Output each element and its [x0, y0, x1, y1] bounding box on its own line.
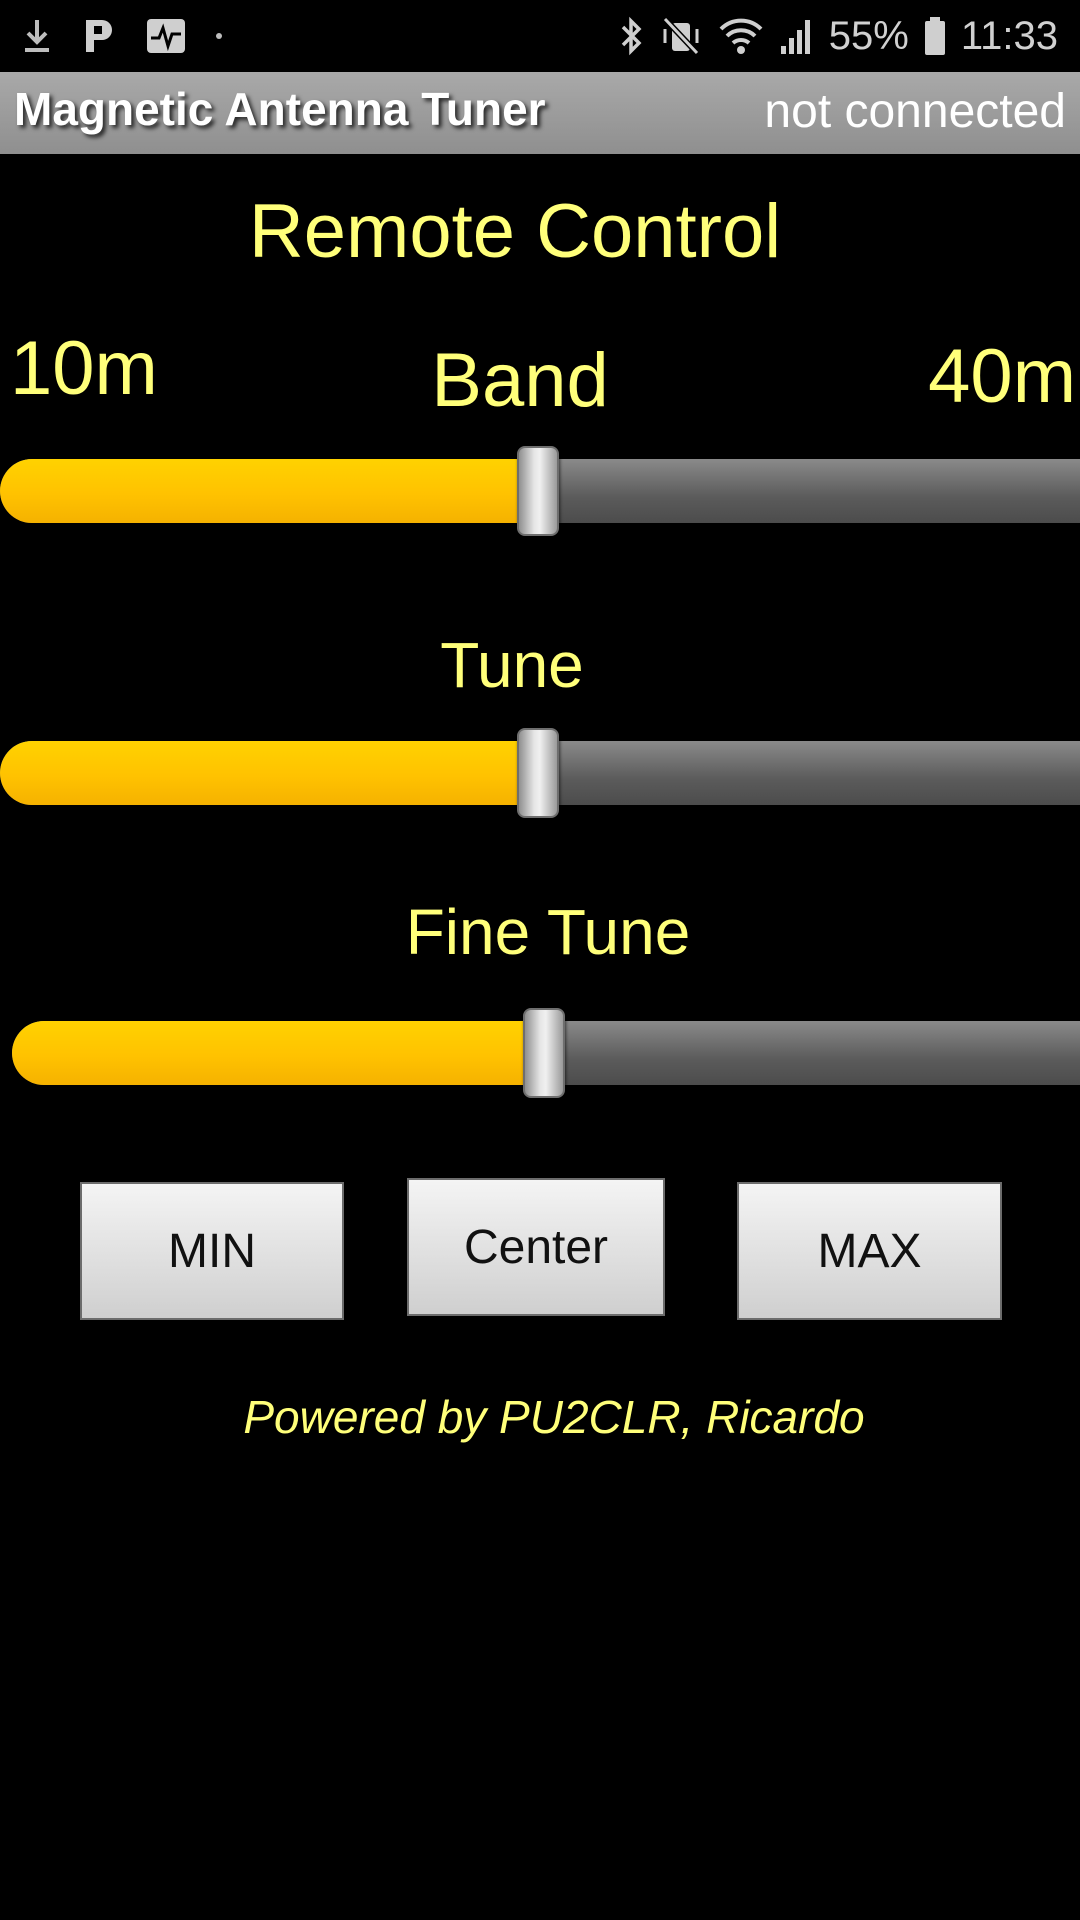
signal-icon — [780, 20, 810, 54]
status-right-icons: 55% 11:33 — [605, 10, 1058, 62]
status-left-icons — [22, 14, 252, 58]
tune-slider-fill — [0, 741, 538, 805]
footer-credit: Powered by PU2CLR, Ricardo — [243, 1391, 865, 1443]
screen: 55% 11:33 Magnetic Antenna Tuner not con… — [0, 0, 1080, 1920]
band-max-label: 40m — [928, 334, 1076, 419]
connection-status: not connected — [764, 85, 1066, 138]
battery-percent: 55% — [828, 13, 909, 58]
fine-tune-slider-fill — [12, 1021, 544, 1085]
download-icon — [25, 20, 49, 52]
app-title: Magnetic Antenna Tuner — [14, 83, 546, 135]
tune-slider[interactable] — [0, 718, 1080, 818]
status-bar: 55% 11:33 — [0, 0, 1080, 72]
battery-icon — [924, 17, 945, 55]
section-title: Remote Control — [248, 189, 782, 274]
bluetooth-icon — [621, 16, 642, 56]
band-slider-thumb[interactable] — [517, 446, 559, 536]
band-slider-fill — [0, 459, 538, 523]
band-label: Band — [431, 338, 609, 423]
tune-label: Tune — [440, 629, 584, 701]
fine-tune-slider-thumb[interactable] — [523, 1008, 565, 1098]
wifi-icon — [719, 18, 763, 54]
app-bar: Magnetic Antenna Tuner not connected — [0, 72, 1080, 154]
clock: 11:33 — [960, 13, 1058, 58]
fine-tune-slider[interactable] — [12, 998, 1080, 1098]
pulse-app-icon — [147, 19, 185, 53]
band-slider[interactable] — [0, 436, 1080, 536]
fine-tune-label: Fine Tune — [405, 896, 691, 968]
vibrate-mute-icon — [662, 16, 699, 56]
tune-slider-thumb[interactable] — [517, 728, 559, 818]
center-button[interactable]: Center — [407, 1178, 665, 1316]
p-app-icon — [86, 20, 112, 52]
max-button[interactable]: MAX — [737, 1182, 1002, 1320]
notification-dot — [216, 33, 222, 39]
min-button[interactable]: MIN — [80, 1182, 344, 1320]
